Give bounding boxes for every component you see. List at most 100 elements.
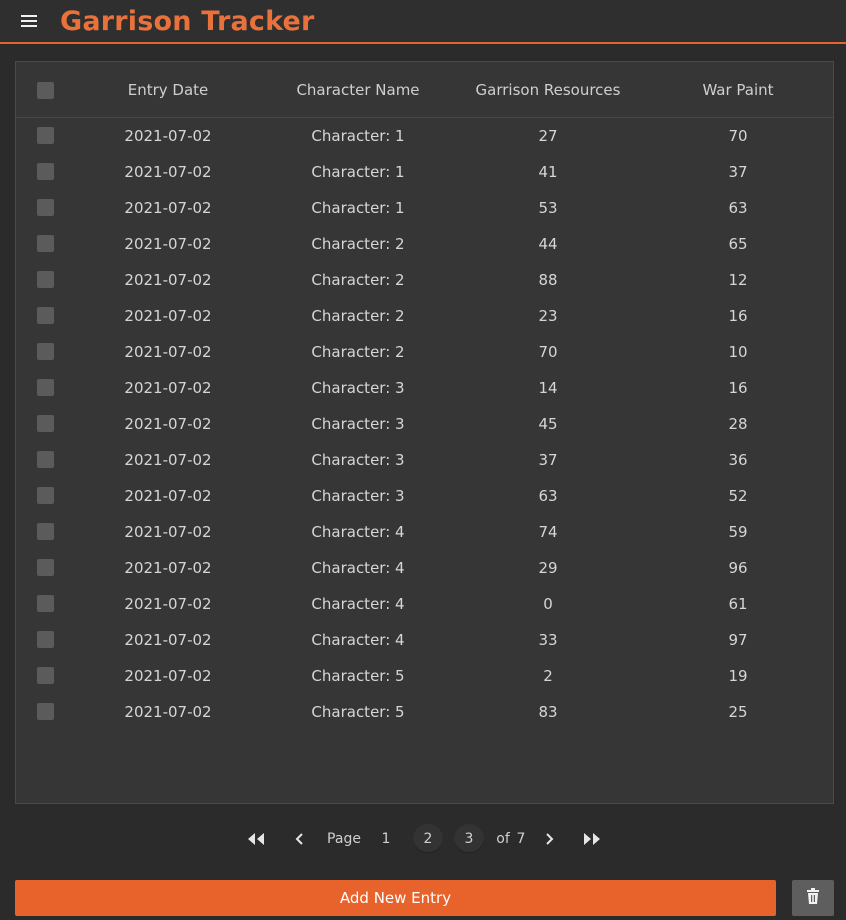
select-all-checkbox[interactable] [37, 82, 54, 99]
cell-character-name: Character: 3 [311, 487, 405, 505]
add-new-entry-button[interactable]: Add New Entry [15, 880, 776, 916]
cell-war-paint: 12 [728, 271, 748, 289]
row-checkbox[interactable] [37, 379, 54, 396]
table-row[interactable]: 2021-07-02 Character: 4 74 59 [16, 515, 833, 551]
table-row[interactable]: 2021-07-02 Character: 3 37 36 [16, 443, 833, 479]
table-header-row: Entry Date Character Name Garrison Resou… [16, 62, 833, 118]
header-garrison-resources[interactable]: Garrison Resources [468, 81, 628, 99]
table-row[interactable]: 2021-07-02 Character: 2 44 65 [16, 227, 833, 263]
cell-garrison-resources: 45 [538, 415, 558, 433]
page-label: Page [327, 831, 361, 847]
cell-entry-date: 2021-07-02 [124, 127, 212, 145]
cell-entry-date: 2021-07-02 [124, 487, 212, 505]
cell-entry-date: 2021-07-02 [124, 415, 212, 433]
table-row[interactable]: 2021-07-02 Character: 2 70 10 [16, 335, 833, 371]
cell-character-name: Character: 1 [311, 127, 405, 145]
cell-garrison-resources: 0 [543, 595, 553, 613]
row-checkbox[interactable] [37, 235, 54, 252]
table-row[interactable]: 2021-07-02 Character: 1 53 63 [16, 191, 833, 227]
page-of-label: of [496, 831, 510, 847]
table-row[interactable]: 2021-07-02 Character: 5 2 19 [16, 659, 833, 695]
cell-character-name: Character: 2 [311, 307, 405, 325]
page-3-button[interactable]: 3 [454, 824, 484, 854]
row-checkbox[interactable] [37, 163, 54, 180]
cell-entry-date: 2021-07-02 [124, 235, 212, 253]
row-checkbox[interactable] [37, 703, 54, 720]
table-row[interactable]: 2021-07-02 Character: 2 88 12 [16, 263, 833, 299]
cell-entry-date: 2021-07-02 [124, 631, 212, 649]
double-chevron-left-icon[interactable] [241, 822, 271, 856]
cell-entry-date: 2021-07-02 [124, 343, 212, 361]
header-entry-date[interactable]: Entry Date [88, 81, 248, 99]
row-checkbox[interactable] [37, 451, 54, 468]
row-checkbox[interactable] [37, 307, 54, 324]
trash-icon [806, 888, 820, 908]
table-row[interactable]: 2021-07-02 Character: 4 33 97 [16, 623, 833, 659]
cell-war-paint: 63 [728, 199, 748, 217]
cell-garrison-resources: 74 [538, 523, 558, 541]
cell-character-name: Character: 4 [311, 559, 405, 577]
row-checkbox[interactable] [37, 199, 54, 216]
header-war-paint[interactable]: War Paint [658, 81, 818, 99]
cell-entry-date: 2021-07-02 [124, 523, 212, 541]
row-checkbox[interactable] [37, 523, 54, 540]
cell-garrison-resources: 41 [538, 163, 558, 181]
cell-entry-date: 2021-07-02 [124, 163, 212, 181]
table-row[interactable]: 2021-07-02 Character: 4 0 61 [16, 587, 833, 623]
header-character-name[interactable]: Character Name [278, 81, 438, 99]
table-row[interactable]: 2021-07-02 Character: 2 23 16 [16, 299, 833, 335]
cell-character-name: Character: 3 [311, 451, 405, 469]
cell-entry-date: 2021-07-02 [124, 451, 212, 469]
table-row[interactable]: 2021-07-02 Character: 5 83 25 [16, 695, 833, 731]
cell-garrison-resources: 23 [538, 307, 558, 325]
table-row[interactable]: 2021-07-02 Character: 4 29 96 [16, 551, 833, 587]
cell-war-paint: 59 [728, 523, 748, 541]
cell-garrison-resources: 63 [538, 487, 558, 505]
cell-war-paint: 52 [728, 487, 748, 505]
cell-war-paint: 25 [728, 703, 748, 721]
cell-character-name: Character: 5 [311, 667, 405, 685]
row-checkbox[interactable] [37, 415, 54, 432]
cell-war-paint: 61 [728, 595, 748, 613]
cell-war-paint: 28 [728, 415, 748, 433]
table-row[interactable]: 2021-07-02 Character: 3 45 28 [16, 407, 833, 443]
cell-garrison-resources: 83 [538, 703, 558, 721]
table-row[interactable]: 2021-07-02 Character: 3 14 16 [16, 371, 833, 407]
chevron-left-icon[interactable] [285, 822, 315, 856]
table-row[interactable]: 2021-07-02 Character: 1 41 37 [16, 155, 833, 191]
table-row[interactable]: 2021-07-02 Character: 1 27 70 [16, 119, 833, 155]
double-chevron-right-icon[interactable] [577, 822, 607, 856]
row-checkbox[interactable] [37, 343, 54, 360]
delete-button[interactable] [792, 880, 834, 916]
page-2-button[interactable]: 2 [413, 824, 443, 854]
cell-war-paint: 37 [728, 163, 748, 181]
row-checkbox[interactable] [37, 487, 54, 504]
cell-character-name: Character: 5 [311, 703, 405, 721]
cell-entry-date: 2021-07-02 [124, 271, 212, 289]
table-row[interactable]: 2021-07-02 Character: 3 63 52 [16, 479, 833, 515]
app-title: Garrison Tracker [60, 5, 315, 37]
cell-war-paint: 65 [728, 235, 748, 253]
row-checkbox[interactable] [37, 595, 54, 612]
row-checkbox[interactable] [37, 127, 54, 144]
row-checkbox[interactable] [37, 559, 54, 576]
cell-war-paint: 97 [728, 631, 748, 649]
cell-character-name: Character: 4 [311, 631, 405, 649]
cell-war-paint: 19 [728, 667, 748, 685]
row-checkbox[interactable] [37, 271, 54, 288]
cell-garrison-resources: 2 [543, 667, 553, 685]
cell-character-name: Character: 2 [311, 271, 405, 289]
row-checkbox[interactable] [37, 631, 54, 648]
cell-entry-date: 2021-07-02 [124, 379, 212, 397]
page-1-button[interactable]: 1 [371, 824, 401, 854]
entries-table: Entry Date Character Name Garrison Resou… [15, 61, 834, 804]
cell-entry-date: 2021-07-02 [124, 667, 212, 685]
cell-character-name: Character: 4 [311, 595, 405, 613]
cell-character-name: Character: 4 [311, 523, 405, 541]
cell-war-paint: 70 [728, 127, 748, 145]
cell-garrison-resources: 88 [538, 271, 558, 289]
cell-character-name: Character: 2 [311, 343, 405, 361]
chevron-right-icon[interactable] [534, 822, 564, 856]
row-checkbox[interactable] [37, 667, 54, 684]
hamburger-menu-icon[interactable] [0, 0, 58, 42]
